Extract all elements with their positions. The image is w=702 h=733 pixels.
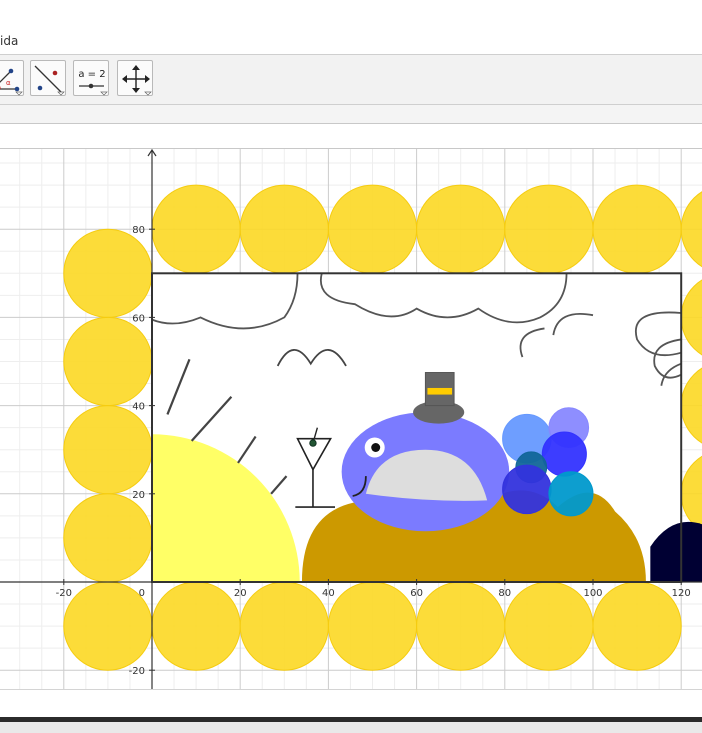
- angle-icon: α: [0, 68, 23, 96]
- menu-bar: ida: [0, 30, 702, 55]
- border-circle: [63, 493, 153, 583]
- y-tick-label: -20: [129, 666, 145, 677]
- x-tick-label: 120: [672, 588, 691, 599]
- y-tick-label: 80: [132, 225, 145, 236]
- x-tick-label: 80: [498, 588, 511, 599]
- border-circle: [63, 228, 153, 318]
- border-circle: [592, 581, 682, 671]
- border-circle: [151, 581, 241, 671]
- svg-text:a = 2: a = 2: [78, 69, 105, 80]
- angle-tool-button[interactable]: α: [0, 60, 24, 96]
- x-tick-label: 20: [234, 588, 247, 599]
- slider-tool-button[interactable]: a = 2: [73, 60, 109, 96]
- border-circle: [239, 581, 329, 671]
- input-bar[interactable]: [0, 105, 702, 124]
- toolbar: α a = 2: [0, 55, 702, 105]
- border-circle: [680, 191, 702, 268]
- drawing-scene: [63, 184, 702, 671]
- border-circle: [327, 184, 418, 274]
- border-circle: [416, 581, 506, 671]
- border-circle: [680, 367, 702, 444]
- whale-eye-pupil: [371, 442, 381, 452]
- border-circle: [239, 184, 329, 274]
- line-icon: [34, 65, 65, 96]
- blue-circle: [502, 464, 552, 515]
- status-strip: [0, 722, 702, 733]
- border-circle: [327, 581, 418, 671]
- border-circle: [592, 184, 682, 274]
- border-circle: [151, 184, 241, 274]
- olive: [309, 439, 317, 447]
- svg-text:α: α: [6, 79, 11, 87]
- x-tick-label: -20: [56, 588, 72, 599]
- drawing-canvas: -20 20 40 60 80 100 120 -20 20 40 60 80 0: [0, 149, 702, 690]
- menu-item-help[interactable]: ida: [0, 34, 18, 48]
- x-tick-label: 100: [583, 588, 602, 599]
- x-tick-label: 40: [322, 588, 335, 599]
- line-tool-button[interactable]: [30, 60, 66, 96]
- bottom-area: [0, 689, 702, 718]
- x-tick-label: 60: [410, 588, 423, 599]
- move-arrows-icon: [122, 65, 152, 96]
- border-circle: [63, 405, 153, 495]
- window-title-bar: [0, 0, 702, 30]
- origin-label: 0: [139, 588, 145, 599]
- y-tick-label: 40: [132, 402, 145, 413]
- graphics-view[interactable]: -20 20 40 60 80 100 120 -20 20 40 60 80 0: [0, 148, 702, 690]
- border-circle: [504, 184, 594, 274]
- status-bar: [0, 717, 702, 733]
- y-tick-label: 20: [132, 490, 145, 501]
- move-view-tool-button[interactable]: [117, 60, 153, 96]
- border-circle: [680, 279, 702, 356]
- border-circle: [504, 581, 594, 671]
- blue-circle: [548, 471, 594, 517]
- border-circle: [63, 316, 153, 407]
- hat-band: [427, 387, 453, 395]
- y-tick-label: 60: [132, 313, 145, 324]
- blue-circle: [541, 431, 587, 477]
- slider-icon: a = 2: [78, 69, 108, 96]
- border-circle: [416, 184, 506, 274]
